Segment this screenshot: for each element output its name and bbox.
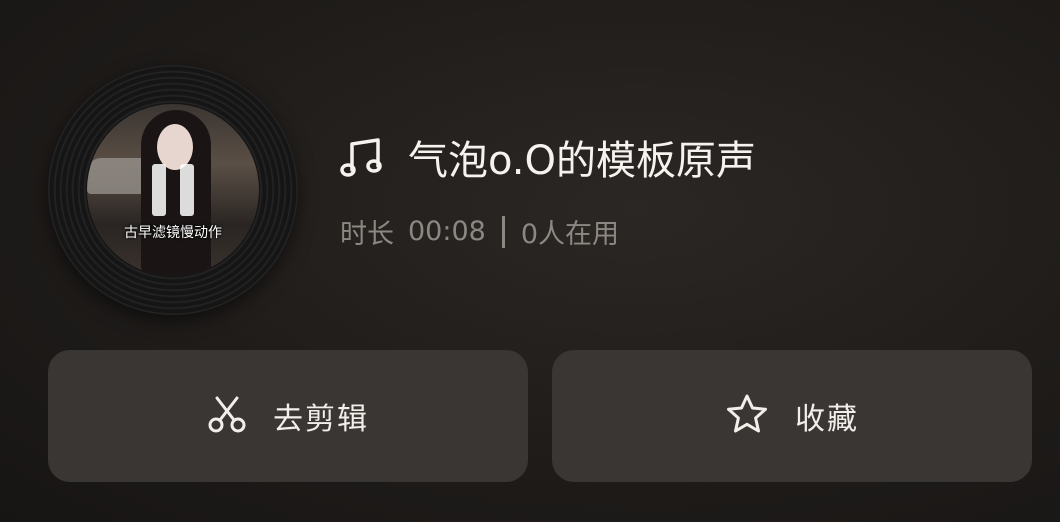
- edit-button[interactable]: 去剪辑: [48, 350, 528, 482]
- meta-divider: [501, 215, 505, 248]
- duration-value: 00:08: [408, 216, 486, 247]
- music-note-icon: [340, 136, 386, 178]
- pause-icon[interactable]: [150, 164, 196, 216]
- cover-caption: 古早滤镜慢动作: [124, 225, 222, 241]
- track-meta: 时长 00:08 0人在用: [340, 212, 619, 251]
- favorite-button-label: 收藏: [795, 402, 859, 437]
- scissors-icon: [207, 394, 247, 438]
- track-title: 气泡o.O的模板原声: [408, 138, 756, 184]
- track-title-row: 气泡o.O的模板原声: [340, 128, 756, 186]
- edit-button-label: 去剪辑: [273, 402, 369, 437]
- star-icon: [725, 393, 769, 439]
- duration-label: 时长: [340, 219, 394, 250]
- album-cover[interactable]: 古早滤镜慢动作: [87, 104, 259, 276]
- favorite-button[interactable]: 收藏: [552, 350, 1032, 482]
- usage-count: 0人在用: [520, 219, 619, 250]
- vinyl-disc[interactable]: 古早滤镜慢动作: [48, 65, 298, 315]
